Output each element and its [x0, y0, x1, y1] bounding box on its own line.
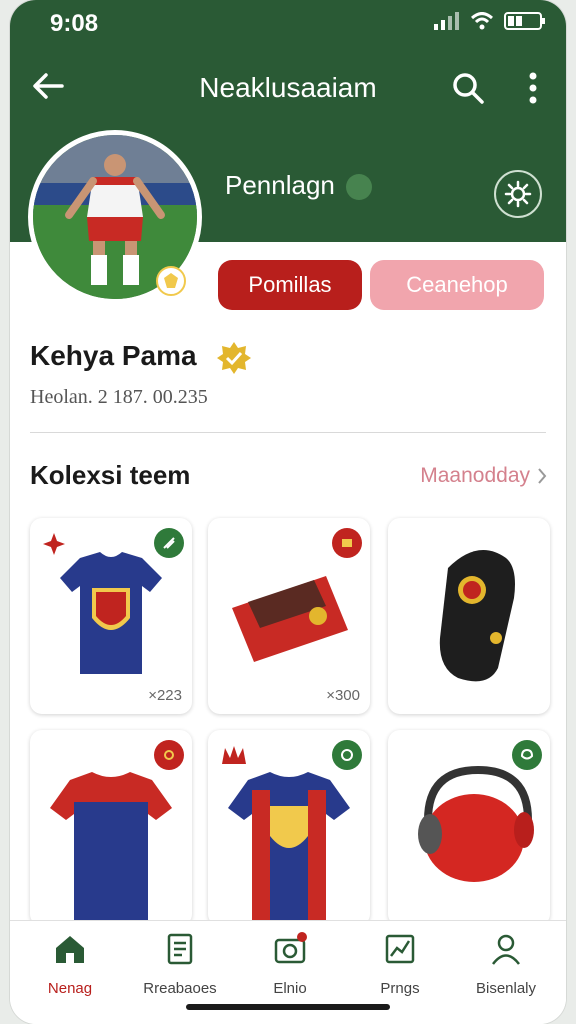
verified-badge-icon	[217, 342, 251, 374]
product-card[interactable]	[30, 730, 192, 926]
collection-title: Kolexsi teem	[30, 460, 191, 490]
wallet-image	[232, 576, 348, 662]
nav-item-progress[interactable]: Prngs	[345, 931, 455, 997]
chevron-right-icon	[538, 468, 547, 484]
home-icon	[56, 936, 84, 963]
jersey-image	[60, 552, 162, 674]
more-options-button[interactable]	[518, 68, 548, 108]
battery-icon	[504, 12, 545, 30]
nav-label: Rreabaoes	[143, 980, 217, 997]
avatar-badge-icon	[156, 266, 186, 296]
signal-icon	[434, 12, 459, 30]
see-more-link[interactable]: Maanodday	[420, 464, 548, 488]
see-more-label: Maanodday	[420, 464, 530, 487]
product-card[interactable]	[388, 518, 550, 714]
phone-screen: 9:08 Neaklusaaiam Pennlagn Pomillas Cean…	[10, 0, 566, 1024]
band-image	[439, 550, 515, 682]
divider	[30, 432, 546, 433]
product-card[interactable]: ×300	[208, 518, 370, 714]
search-icon	[453, 73, 484, 104]
wifi-icon	[470, 12, 494, 30]
status-icons	[434, 12, 546, 30]
display-name: Kehya Pama	[30, 340, 197, 371]
nav-label: Prngs	[380, 980, 420, 997]
home-indicator[interactable]	[186, 1004, 390, 1010]
status-time: 9:08	[50, 10, 99, 37]
settings-button[interactable]	[494, 170, 542, 218]
nav-item-documents[interactable]: Rreabaoes	[125, 931, 235, 997]
product-price: ×300	[326, 687, 360, 704]
profile-stats: Heolan. 2 187. 00.235	[30, 386, 208, 408]
nav-label: Bisenlaly	[475, 980, 537, 997]
gear-icon	[504, 180, 532, 208]
product-card[interactable]: ×223	[30, 518, 192, 714]
chart-icon	[385, 934, 415, 964]
primary-action-button[interactable]: Pomillas	[218, 260, 362, 310]
document-list-icon	[167, 933, 193, 965]
nav-item-camera[interactable]: Elnio	[235, 931, 345, 997]
headphones-image	[418, 765, 534, 882]
profile-handle: Pennlagn	[225, 170, 335, 200]
status-dot-icon	[346, 174, 372, 200]
more-vertical-icon	[529, 72, 537, 104]
jersey-image	[228, 772, 350, 926]
product-card[interactable]	[208, 730, 370, 926]
product-price: ×223	[148, 687, 182, 704]
nav-label: Elnio	[273, 980, 307, 997]
jersey-image	[50, 772, 172, 926]
camera-icon	[274, 932, 307, 964]
product-card[interactable]	[388, 730, 550, 926]
nav-item-home[interactable]: Nenag	[15, 931, 125, 997]
nav-label: Nenag	[47, 980, 93, 997]
secondary-action-button[interactable]: Ceanehop	[370, 260, 544, 310]
search-button[interactable]	[448, 68, 488, 108]
person-icon	[492, 934, 520, 965]
nav-item-profile[interactable]: Bisenlaly	[451, 931, 561, 997]
